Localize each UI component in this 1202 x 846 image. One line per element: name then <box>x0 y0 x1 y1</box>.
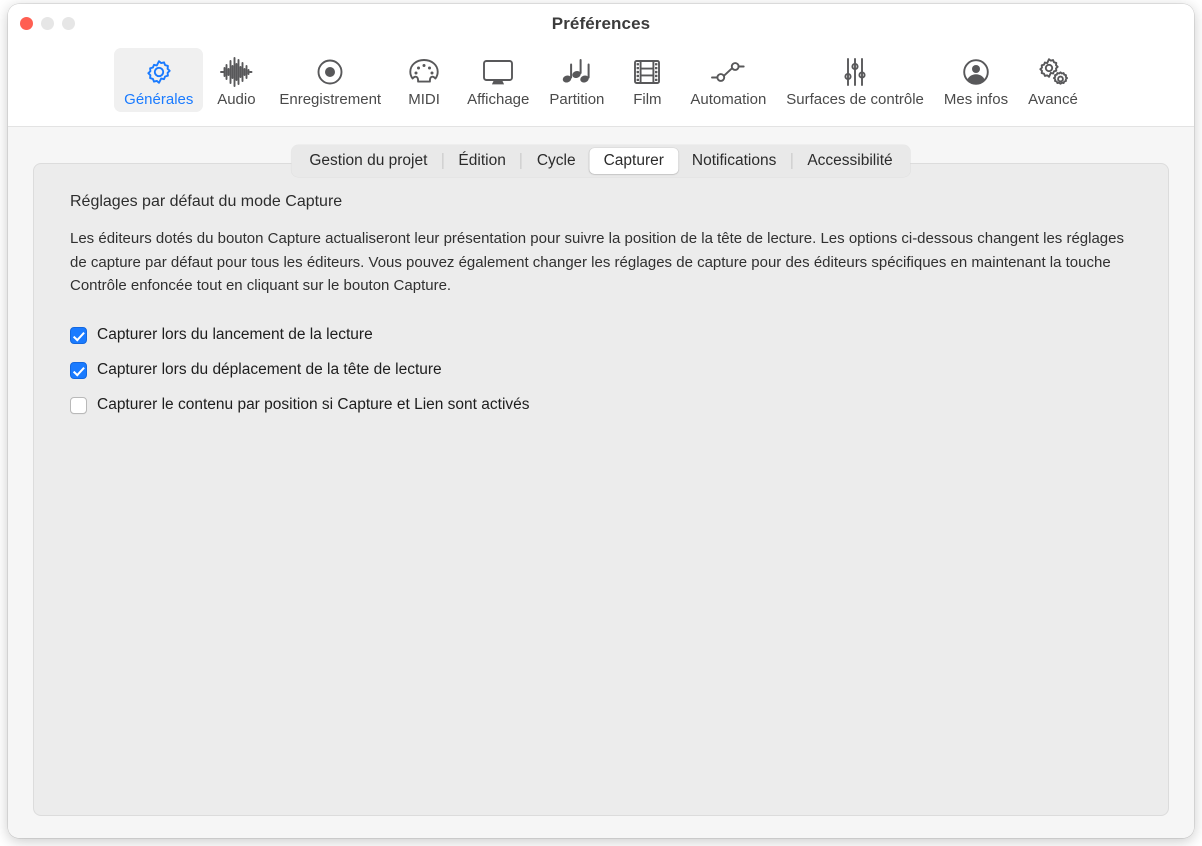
toolbar-item-label: Avancé <box>1028 91 1078 108</box>
toolbar-item-label: Générales <box>124 91 194 108</box>
gear-icon <box>143 54 175 90</box>
toolbar-item-enregistrement[interactable]: Enregistrement <box>269 48 391 112</box>
toolbar-item-midi[interactable]: MIDI <box>391 48 457 112</box>
midi-port-icon <box>408 54 440 90</box>
tab-cycle[interactable]: Cycle <box>523 148 590 174</box>
toolbar-item-avance[interactable]: Avancé <box>1018 48 1088 112</box>
toolbar-item-label: Enregistrement <box>279 91 382 108</box>
settings-panel-inner: Réglages par défaut du mode Capture Les … <box>34 193 1168 423</box>
preferences-tabbar: Gestion du projet Édition Cycle Capturer… <box>291 145 911 177</box>
toolbar-item-surfaces-de-controle[interactable]: Surfaces de contrôle <box>776 48 934 112</box>
tab-accessibilite[interactable]: Accessibilité <box>793 148 906 174</box>
settings-panel: Réglages par défaut du mode Capture Les … <box>33 163 1169 816</box>
film-strip-icon <box>632 54 662 90</box>
toolbar-item-audio[interactable]: Audio <box>203 48 269 112</box>
toolbar-item-label: MIDI <box>408 91 440 108</box>
preferences-window: Préférences Générales Audio Enregistreme… <box>8 4 1194 838</box>
toolbar-item-label: Surfaces de contrôle <box>786 91 924 108</box>
waveform-icon <box>219 54 253 90</box>
display-icon <box>481 54 515 90</box>
toolbar-item-film[interactable]: Film <box>614 48 680 112</box>
checkbox-label: Capturer lors du déplacement de la tête … <box>97 361 442 378</box>
toolbar-item-generales[interactable]: Générales <box>114 48 204 112</box>
toolbar-item-label: Film <box>633 91 662 108</box>
checkbox-capture-on-playhead-move[interactable] <box>70 361 87 379</box>
toolbar-item-label: Automation <box>690 91 767 108</box>
toolbar-item-label: Mes infos <box>943 91 1009 108</box>
preferences-body: Gestion du projet Édition Cycle Capturer… <box>8 127 1194 838</box>
preferences-toolbar: Générales Audio Enregistrement MIDI Affi… <box>8 48 1194 127</box>
section-title: Réglages par défaut du mode Capture <box>70 193 343 210</box>
toolbar-item-label: Partition <box>549 91 605 108</box>
window-titlebar: Préférences <box>8 4 1194 48</box>
automation-node-icon <box>709 54 747 90</box>
sliders-icon <box>840 54 870 90</box>
toolbar-item-automation[interactable]: Automation <box>680 48 776 112</box>
checkbox-row-capture-on-playback-start[interactable]: Capturer lors du lancement de la lecture <box>70 318 1132 353</box>
checkbox-label: Capturer lors du lancement de la lecture <box>97 326 373 343</box>
music-notes-icon <box>560 54 594 90</box>
record-circle-icon <box>314 54 346 90</box>
tab-separator <box>791 153 793 169</box>
toolbar-item-label: Affichage <box>467 91 530 108</box>
tab-separator <box>520 153 522 169</box>
tab-gestion-du-projet[interactable]: Gestion du projet <box>295 148 441 174</box>
checkbox-capture-on-playback-start[interactable] <box>70 326 87 344</box>
toolbar-item-mes-infos[interactable]: Mes infos <box>934 48 1018 112</box>
tab-capturer[interactable]: Capturer <box>589 148 678 174</box>
checkbox-label: Capturer le contenu par position si Capt… <box>97 396 530 413</box>
checkbox-row-capture-contents-by-position[interactable]: Capturer le contenu par position si Capt… <box>70 388 1132 423</box>
window-title: Préférences <box>551 14 651 33</box>
checkbox-row-capture-on-playhead-move[interactable]: Capturer lors du déplacement de la tête … <box>70 353 1132 388</box>
user-circle-icon <box>960 54 992 90</box>
toolbar-item-label: Audio <box>217 91 256 108</box>
toolbar-item-affichage[interactable]: Affichage <box>457 48 539 112</box>
tab-edition[interactable]: Édition <box>444 148 519 174</box>
tab-notifications[interactable]: Notifications <box>678 148 790 174</box>
checkbox-capture-contents-by-position[interactable] <box>70 396 87 414</box>
section-description: Les éditeurs dotés du bouton Capture act… <box>70 230 1124 294</box>
tab-separator <box>442 153 444 169</box>
double-gear-icon <box>1035 54 1071 90</box>
toolbar-item-partition[interactable]: Partition <box>539 48 614 112</box>
